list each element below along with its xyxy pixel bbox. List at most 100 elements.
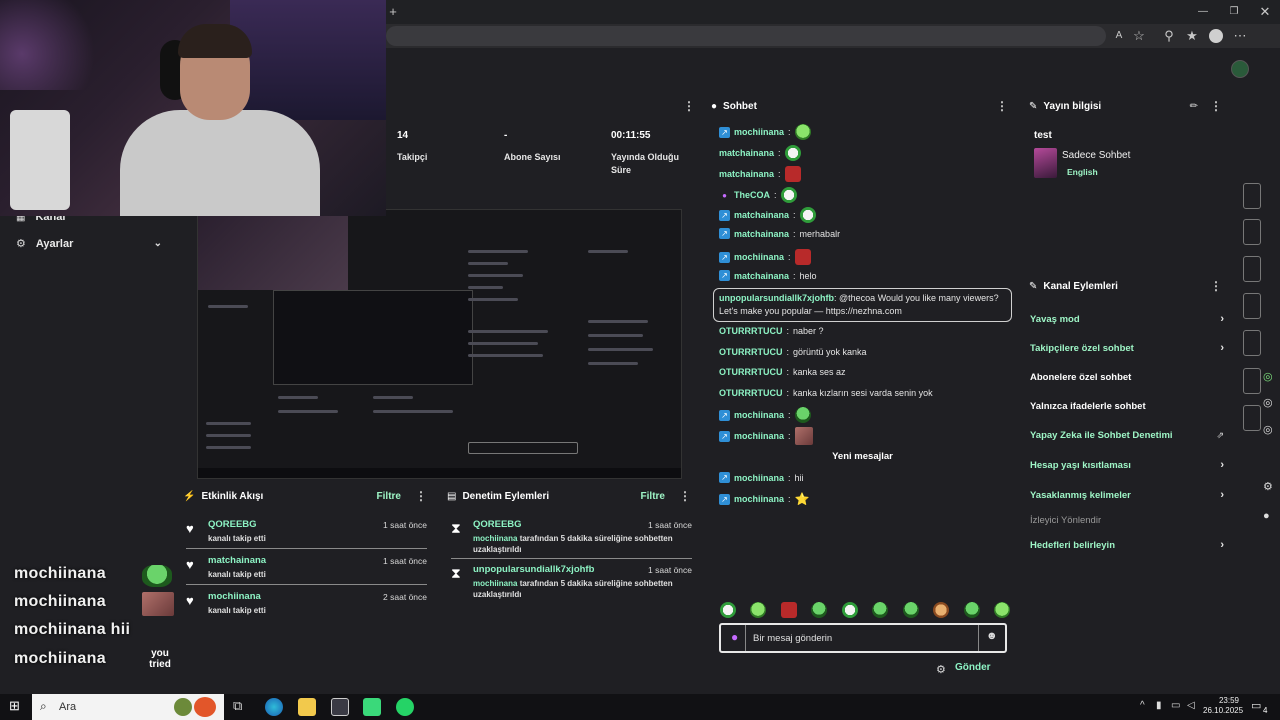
moderation-event-name[interactable]: QOREEBG xyxy=(473,519,522,530)
chat-username[interactable]: matchainana xyxy=(734,229,789,239)
stream-preview[interactable] xyxy=(197,209,682,479)
face-emote-icon[interactable] xyxy=(933,602,950,618)
chat-kebab-icon[interactable]: ⋮ xyxy=(996,99,1008,113)
action-subscribers-only[interactable]: Abonelere özel sohbet xyxy=(1030,372,1224,383)
nav-item-ayarlar[interactable]: ⚙ Ayarlar ⌄ xyxy=(16,237,162,251)
activity-kebab-icon[interactable]: ⋮ xyxy=(415,489,427,503)
chat-username[interactable]: mochiinana xyxy=(734,431,784,441)
chat-username[interactable]: mochiinana xyxy=(734,127,784,137)
task-view-icon[interactable]: ⧉ xyxy=(233,698,242,714)
restore-icon[interactable]: ❐ xyxy=(1225,2,1243,22)
pepe-emote-icon[interactable] xyxy=(872,602,889,618)
whatsapp-icon[interactable] xyxy=(396,698,414,716)
app-icon[interactable] xyxy=(363,698,381,716)
minimize-icon[interactable]: — xyxy=(1194,2,1212,22)
gear-icon[interactable]: ⚙ xyxy=(1263,480,1273,493)
taskbar-clock[interactable]: 23:59 26.10.2025 xyxy=(1203,696,1243,716)
extension-icon[interactable]: ◎ xyxy=(1263,396,1273,409)
action-account-age[interactable]: Hesap yaşı kısıtlaması › xyxy=(1030,459,1224,471)
chat-username[interactable]: matchainana xyxy=(734,271,789,281)
extension-icon[interactable]: ◎ xyxy=(1263,370,1273,383)
emote-icon[interactable] xyxy=(720,602,736,618)
chat-username[interactable]: mochiinana xyxy=(734,473,784,483)
moderation-actor[interactable]: mochiinana xyxy=(473,579,517,588)
store-icon[interactable] xyxy=(331,698,349,716)
side-tool-button[interactable] xyxy=(1243,256,1261,282)
red-emote-icon[interactable] xyxy=(780,602,797,618)
action-emote-only[interactable]: Yalnızca ifadelerle sohbet xyxy=(1030,401,1224,412)
chat-header: ● Sohbet ⋮ xyxy=(711,99,1008,113)
pepe-emote-icon[interactable] xyxy=(963,602,980,618)
pepe-emote-icon[interactable] xyxy=(811,602,828,618)
chat-username[interactable]: OTURRRTUCU xyxy=(719,388,783,398)
taskbar-search[interactable]: ⌕ Ara xyxy=(32,694,224,720)
action-set-goals[interactable]: Hedefleri belirleyin › xyxy=(1030,539,1224,551)
chat-username[interactable]: matchainana xyxy=(719,169,774,179)
chat-username[interactable]: OTURRRTUCU xyxy=(719,367,783,377)
activity-event-name[interactable]: matchainana xyxy=(208,555,266,566)
chat-username[interactable]: mochiinana xyxy=(734,494,784,504)
side-tool-button[interactable] xyxy=(1243,293,1261,319)
extensions-icon[interactable]: ⚲ xyxy=(1160,26,1178,46)
heart-icon: ♥ xyxy=(186,593,194,608)
chat-username[interactable]: matchainana xyxy=(734,210,789,220)
moderation-actor[interactable]: mochiinana xyxy=(473,534,517,543)
side-tool-button[interactable] xyxy=(1243,368,1261,394)
url-input[interactable] xyxy=(386,26,1106,46)
chat-username[interactable]: matchainana xyxy=(719,148,774,158)
network-icon[interactable]: ▭ xyxy=(1171,700,1180,711)
moderation-kebab-icon[interactable]: ⋮ xyxy=(679,489,691,503)
user-icon[interactable]: ● xyxy=(1263,510,1270,522)
star-icon[interactable]: ☆ xyxy=(1130,26,1148,46)
side-tool-button[interactable] xyxy=(1243,405,1261,431)
gear-icon[interactable]: ⚙ xyxy=(936,663,946,676)
plus-icon[interactable]: + xyxy=(384,2,402,22)
emoji-icon[interactable]: ☻ xyxy=(986,630,998,642)
more-icon[interactable]: ⋯ xyxy=(1231,26,1249,46)
chevron-up-icon[interactable]: ^ xyxy=(1140,700,1145,711)
stats-kebab-icon[interactable]: ⋮ xyxy=(683,99,695,113)
close-icon[interactable]: ✕ xyxy=(1256,2,1274,22)
channel-actions-kebab-icon[interactable]: ⋮ xyxy=(1210,279,1222,293)
emote-icon[interactable] xyxy=(841,602,858,618)
activity-event-name[interactable]: mochiinana xyxy=(208,591,261,602)
microphone-icon[interactable]: ▮ xyxy=(1156,700,1162,711)
file-explorer-icon[interactable] xyxy=(298,698,316,716)
profile-avatar[interactable] xyxy=(1209,29,1223,43)
channel-logo[interactable] xyxy=(1231,60,1249,78)
chat-username[interactable]: unpopularsundiallk7xjohfb xyxy=(719,293,834,303)
chat-username[interactable]: TheCOA xyxy=(734,190,770,200)
chat-username[interactable]: OTURRRTUCU xyxy=(719,347,783,357)
favorites-icon[interactable]: ★ xyxy=(1183,26,1201,46)
read-aloud-icon[interactable]: A xyxy=(1110,26,1128,46)
chat-input-box[interactable]: ● Bir mesaj gönderin ☻ xyxy=(719,623,1007,653)
extension-icon[interactable]: ◎ xyxy=(1263,423,1273,436)
moderation-filter-button[interactable]: Filtre xyxy=(641,491,665,502)
action-slow-mode[interactable]: Yavaş mod › xyxy=(1030,313,1224,325)
new-messages-divider[interactable]: Yeni mesajlar xyxy=(713,451,1012,462)
stream-info-kebab-icon[interactable]: ⋮ xyxy=(1210,99,1222,113)
side-tool-button[interactable] xyxy=(1243,219,1261,245)
action-ai-moderation[interactable]: Yapay Zeka ile Sohbet Denetimi ⇗ xyxy=(1030,430,1224,441)
action-followers-only[interactable]: Takipçilere özel sohbet › xyxy=(1030,342,1224,354)
volume-icon[interactable]: ◁ xyxy=(1187,700,1195,711)
side-tool-button[interactable] xyxy=(1243,183,1261,209)
moderation-event-name[interactable]: unpopularsundiallk7xjohfb xyxy=(473,564,594,575)
chat-username[interactable]: mochiinana xyxy=(734,252,784,262)
activity-event-name[interactable]: QOREEBG xyxy=(208,519,257,530)
side-tool-button[interactable] xyxy=(1243,330,1261,356)
chat-username[interactable]: OTURRRTUCU xyxy=(719,326,783,336)
pepe-emote-icon[interactable] xyxy=(902,602,919,618)
frog-emote-icon[interactable] xyxy=(750,602,767,618)
windows-start-icon[interactable]: ⊞ xyxy=(9,698,20,714)
stream-category[interactable]: Sadece Sohbet xyxy=(1062,150,1130,161)
notification-icon[interactable]: ▭ xyxy=(1251,699,1261,712)
action-banned-words[interactable]: Yasaklanmış kelimeler › xyxy=(1030,489,1224,501)
frog-emote-icon[interactable] xyxy=(993,602,1010,618)
edge-icon[interactable] xyxy=(265,698,283,716)
edit-icon[interactable]: ✏ xyxy=(1190,101,1198,112)
send-button[interactable]: Gönder xyxy=(955,662,991,673)
stream-language: English xyxy=(1067,167,1098,177)
chat-username[interactable]: mochiinana xyxy=(734,410,784,420)
activity-filter-button[interactable]: Filtre xyxy=(377,491,401,502)
